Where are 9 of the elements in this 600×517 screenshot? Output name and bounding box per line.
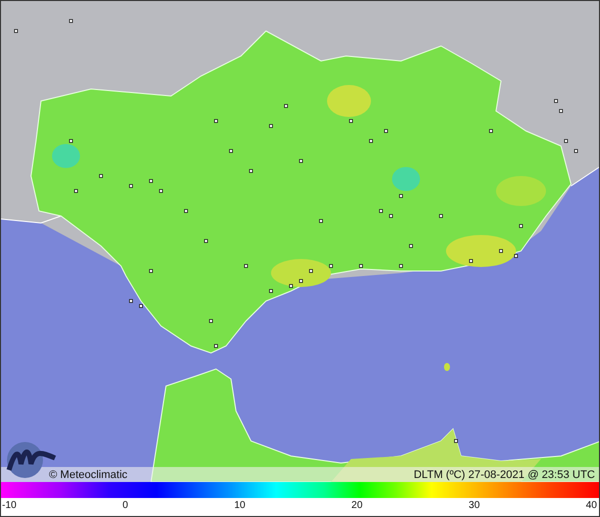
scale-tick-label: 10	[234, 500, 246, 511]
scale-tick-label: 40	[586, 500, 597, 511]
scale-tick-label: 30	[468, 500, 480, 511]
logo-icon	[5, 440, 57, 480]
scale-tick-label: -10	[2, 500, 16, 511]
scale-tick-label: 0	[122, 500, 128, 511]
scale-tick-label: 20	[351, 500, 363, 511]
copyright-text: © Meteoclimatic	[49, 468, 128, 480]
map-caption: DLTM (ºC) 27-08-2021 @ 23:53 UTC	[414, 468, 595, 480]
